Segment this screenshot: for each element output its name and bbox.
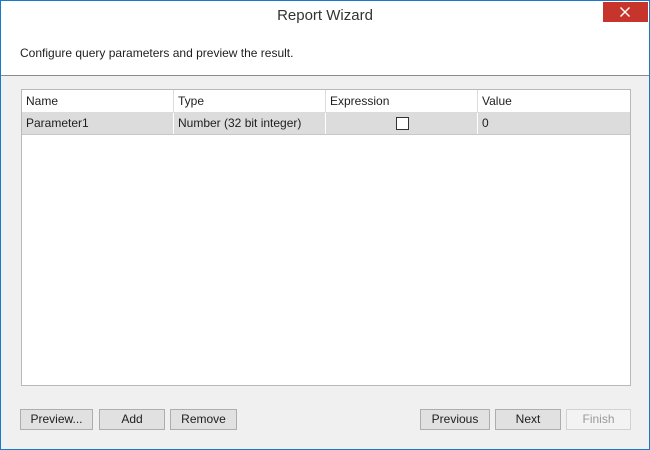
add-button[interactable]: Add <box>99 409 165 430</box>
close-icon <box>620 7 630 17</box>
page-header: Configure query parameters and preview t… <box>1 31 649 76</box>
report-wizard-window: Report Wizard Configure query parameters… <box>0 0 650 450</box>
remove-button[interactable]: Remove <box>170 409 237 430</box>
expression-checkbox[interactable] <box>396 117 409 130</box>
finish-button[interactable]: Finish <box>566 409 631 430</box>
title-bar[interactable]: Report Wizard <box>1 1 649 31</box>
column-header-name[interactable]: Name <box>22 90 174 112</box>
cell-name[interactable]: Parameter1 <box>22 113 174 134</box>
grid-header-row: Name Type Expression Value <box>22 90 630 113</box>
window-title: Report Wizard <box>277 7 373 24</box>
column-header-value[interactable]: Value <box>478 90 630 112</box>
column-header-expression[interactable]: Expression <box>326 90 478 112</box>
next-button[interactable]: Next <box>495 409 561 430</box>
cell-value[interactable]: 0 <box>478 113 630 134</box>
cell-expression[interactable] <box>326 113 478 134</box>
previous-button[interactable]: Previous <box>420 409 490 430</box>
preview-button[interactable]: Preview... <box>20 409 93 430</box>
column-header-type[interactable]: Type <box>174 90 326 112</box>
page-description: Configure query parameters and preview t… <box>20 46 294 60</box>
cell-type[interactable]: Number (32 bit integer) <box>174 113 326 134</box>
close-button[interactable] <box>603 2 648 22</box>
table-row[interactable]: Parameter1 Number (32 bit integer) 0 <box>22 113 630 135</box>
parameters-grid: Name Type Expression Value Parameter1 Nu… <box>21 89 631 386</box>
